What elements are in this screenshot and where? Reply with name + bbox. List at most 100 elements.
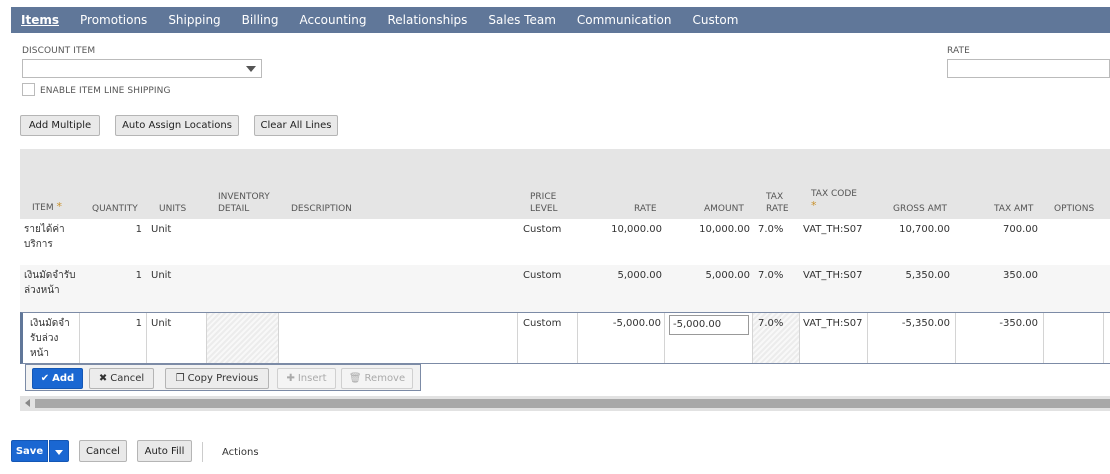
cancel-button[interactable]: Cancel <box>79 440 127 462</box>
col-header-amount[interactable]: AMOUNT <box>704 203 744 215</box>
cancel-line-label: Cancel <box>110 373 145 384</box>
tab-custom[interactable]: Custom <box>692 13 738 27</box>
chevron-down-icon <box>55 450 63 455</box>
add-multiple-button[interactable]: Add Multiple <box>20 115 100 136</box>
required-star: * <box>56 200 62 213</box>
row-tax-code: VAT_TH:S07 <box>803 270 863 281</box>
row-item: เงินมัดจำรับ ล่วงหน้า <box>24 268 75 298</box>
edit-rate-value: -5,000.00 <box>612 318 661 329</box>
rate-input[interactable] <box>947 59 1110 78</box>
row-item-line: บริการ <box>24 239 53 250</box>
discount-item-label: DISCOUNT ITEM <box>22 46 96 56</box>
row-price-level: Custom <box>523 224 562 235</box>
auto-fill-button[interactable]: Auto Fill <box>137 440 192 462</box>
tab-items[interactable]: Items <box>21 13 59 27</box>
col-header-gross-amt[interactable]: GROSS AMT <box>893 203 947 215</box>
col-header-options[interactable]: OPTIONS <box>1054 203 1094 215</box>
row-price-level: Custom <box>523 270 562 281</box>
line-action-bar: ✔ Add ✖ Cancel ❐ Copy Previous ✚ Insert 🗑 Rem… <box>25 364 421 391</box>
amount-input[interactable]: -5,000.00 <box>669 315 749 335</box>
enable-item-line-shipping-label: ENABLE ITEM LINE SHIPPING <box>40 86 171 96</box>
add-line-button[interactable]: ✔ Add <box>32 368 83 389</box>
auto-assign-locations-button[interactable]: Auto Assign Locations <box>115 115 239 136</box>
row-amount: 5,000.00 <box>705 270 750 281</box>
tab-communication[interactable]: Communication <box>577 13 672 27</box>
edit-cell-inventory-detail <box>207 313 279 363</box>
cancel-line-button[interactable]: ✖ Cancel <box>89 368 154 389</box>
scrollbar-thumb[interactable] <box>35 399 1110 408</box>
table-header: ITEM * QUANTITY UNITS INVENTORY DETAIL D… <box>20 149 1110 219</box>
edit-tax-amt-value: -350.00 <box>999 318 1038 329</box>
row-item-line: หน้า <box>30 348 50 359</box>
table-row[interactable]: รายได้ค่า บริการ 1 Unit Custom 10,000.00… <box>20 219 1110 265</box>
col-header-tax-rate[interactable]: TAX RATE <box>766 191 789 215</box>
edit-gross-amt-value: -5,350.00 <box>901 318 950 329</box>
col-header-item[interactable]: ITEM * <box>32 201 62 214</box>
close-icon: ✖ <box>98 373 108 384</box>
col-header-price-level[interactable]: PRICE LEVEL <box>530 191 558 215</box>
discount-item-select[interactable] <box>22 59 262 78</box>
row-tax-amt: 700.00 <box>1003 224 1038 235</box>
col-header-units[interactable]: UNITS <box>159 203 186 215</box>
edit-tax-code-value: VAT_TH:S07 <box>803 318 863 329</box>
rate-label: RATE <box>947 46 970 56</box>
tab-accounting[interactable]: Accounting <box>299 13 366 27</box>
plus-icon: ✚ <box>286 373 295 384</box>
required-star: * <box>811 199 817 212</box>
enable-item-line-shipping-checkbox[interactable] <box>22 83 35 96</box>
insert-line-label: Insert <box>297 373 327 384</box>
col-header-tax-rate-line2: RATE <box>766 204 789 214</box>
horizontal-scrollbar[interactable] <box>20 396 1110 411</box>
col-header-tax-code[interactable]: TAX CODE * <box>811 188 857 212</box>
row-gross-amt: 10,700.00 <box>899 224 950 235</box>
col-header-inventory-detail-line1: INVENTORY <box>218 192 270 202</box>
edit-cell-options[interactable] <box>1044 313 1104 363</box>
insert-line-button[interactable]: ✚ Insert <box>277 368 336 389</box>
tab-promotions[interactable]: Promotions <box>80 13 147 27</box>
col-header-tax-rate-line1: TAX <box>766 192 784 202</box>
row-item: รายได้ค่า บริการ <box>24 222 65 252</box>
col-header-rate[interactable]: RATE <box>634 203 657 215</box>
save-button[interactable]: Save <box>11 440 48 462</box>
row-item-line: รายได้ค่า <box>24 224 65 235</box>
col-header-inventory-detail-line2: DETAIL <box>218 204 250 214</box>
row-amount: 10,000.00 <box>699 224 750 235</box>
col-header-quantity[interactable]: QUANTITY <box>92 203 138 215</box>
subtab-bar: Items Promotions Shipping Billing Accoun… <box>11 7 1110 33</box>
col-header-description[interactable]: DESCRIPTION <box>291 203 352 215</box>
col-header-price-level-line2: LEVEL <box>530 204 558 214</box>
row-quantity: 1 <box>135 224 142 235</box>
clear-all-lines-button[interactable]: Clear All Lines <box>254 115 338 136</box>
scroll-left-arrow-icon[interactable] <box>25 399 30 407</box>
chevron-down-icon[interactable] <box>246 66 256 72</box>
remove-line-button[interactable]: 🗑 Remove <box>341 368 413 389</box>
row-rate: 5,000.00 <box>617 270 662 281</box>
row-quantity: 1 <box>135 270 142 281</box>
save-dropdown-button[interactable] <box>49 440 69 462</box>
edit-quantity-value: 1 <box>135 318 142 329</box>
edit-tax-rate-value: 7.0% <box>758 318 784 329</box>
copy-icon: ❐ <box>175 373 185 384</box>
divider <box>202 442 203 462</box>
table-row[interactable]: เงินมัดจำรับ ล่วงหน้า 1 Unit Custom 5,00… <box>20 265 1110 312</box>
trash-icon: 🗑 <box>348 373 362 384</box>
tab-sales-team[interactable]: Sales Team <box>488 13 555 27</box>
row-tax-amt: 350.00 <box>1003 270 1038 281</box>
row-item-line: เงินมัดจำรับ <box>24 270 76 281</box>
col-header-tax-amt[interactable]: TAX AMT <box>994 203 1033 215</box>
editing-row[interactable]: เงินมัดจำ รับล่วง หน้า 1 Unit Custom -5,… <box>20 312 1110 364</box>
row-tax-code: VAT_TH:S07 <box>803 224 863 235</box>
col-header-price-level-line1: PRICE <box>530 192 557 202</box>
tab-relationships[interactable]: Relationships <box>387 13 467 27</box>
copy-previous-button[interactable]: ❐ Copy Previous <box>165 368 269 389</box>
row-item-line: ล่วงหน้า <box>24 285 60 296</box>
checkmark-icon: ✔ <box>40 373 50 384</box>
tab-billing[interactable]: Billing <box>242 13 279 27</box>
actions-menu[interactable]: Actions <box>222 447 259 458</box>
edit-cell-description[interactable] <box>279 313 518 363</box>
row-tax-rate: 7.0% <box>758 270 784 281</box>
tab-shipping[interactable]: Shipping <box>168 13 220 27</box>
col-header-inventory-detail[interactable]: INVENTORY DETAIL <box>218 191 270 215</box>
edit-units-value: Unit <box>151 318 172 329</box>
remove-line-label: Remove <box>364 373 406 384</box>
